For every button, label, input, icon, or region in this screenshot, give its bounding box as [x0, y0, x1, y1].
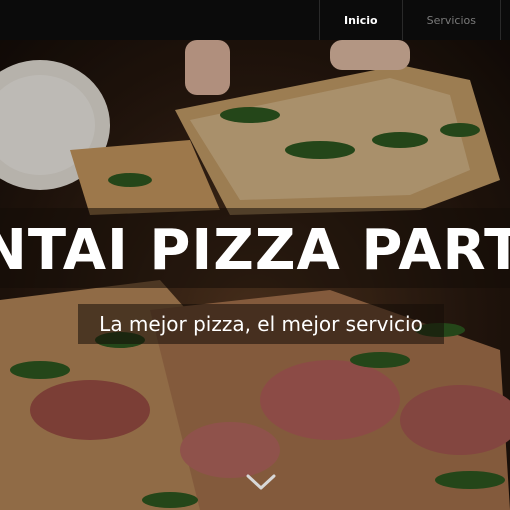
nav-item-label: Inicio [344, 13, 378, 27]
hero-title: NTAI PIZZA PART [0, 218, 510, 283]
nav-item-label: Servicios [426, 13, 476, 27]
nav-item-inicio[interactable]: Inicio [319, 0, 402, 40]
nav-item-servicios[interactable]: Servicios [401, 0, 500, 40]
main-nav: Inicio Servicios [319, 0, 510, 40]
nav-item-more[interactable] [500, 0, 510, 40]
hero-subtitle: La mejor pizza, el mejor servicio [99, 312, 423, 336]
hero-section: NTAI PIZZA PART La mejor pizza, el mejor… [0, 40, 510, 510]
top-navbar: Inicio Servicios [0, 0, 510, 40]
chevron-down-icon[interactable] [244, 470, 278, 494]
